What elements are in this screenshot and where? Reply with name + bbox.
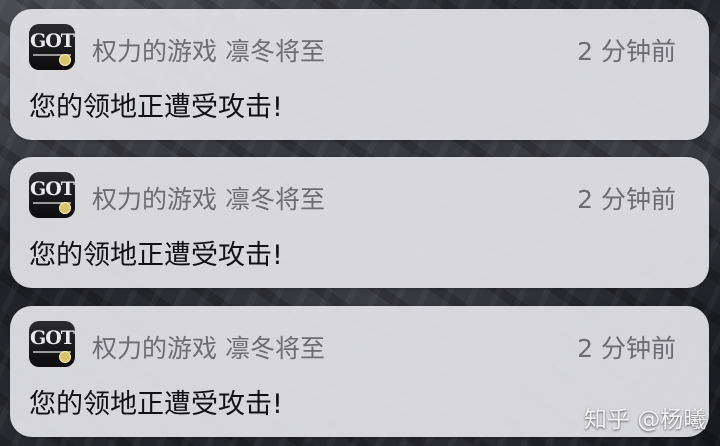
lock-screen: { "notifications": [ { "app_icon": "game… xyxy=(0,0,720,446)
notification-time: 2 分钟前 xyxy=(577,185,676,214)
notification-message: 您的领地正遭受攻击! xyxy=(29,92,283,123)
watermark-text: 知乎 @杨曦 xyxy=(584,407,707,433)
notification-app-name: 权力的游戏 凛冬将至 xyxy=(92,37,325,66)
notification-message: 您的领地正遭受攻击! xyxy=(29,240,283,271)
app-icon-logo-text: GOT xyxy=(30,327,75,349)
game-of-thrones-app-icon: GOT xyxy=(29,24,75,70)
notification-time: 2 分钟前 xyxy=(577,37,676,66)
notification-app-name: 权力的游戏 凛冬将至 xyxy=(92,334,325,363)
app-icon-badge xyxy=(59,202,71,214)
game-of-thrones-app-icon: GOT xyxy=(29,172,75,218)
app-icon-badge xyxy=(59,351,71,363)
notification-card[interactable]: GOT 权力的游戏 凛冬将至 2 分钟前 您的领地正遭受攻击! xyxy=(10,9,709,140)
notification-app-name: 权力的游戏 凛冬将至 xyxy=(92,185,325,214)
app-icon-logo-text: GOT xyxy=(30,178,75,200)
notification-card[interactable]: GOT 权力的游戏 凛冬将至 2 分钟前 您的领地正遭受攻击! xyxy=(10,157,709,288)
app-icon-logo-text: GOT xyxy=(30,30,75,52)
app-icon-badge xyxy=(59,54,71,66)
notification-time: 2 分钟前 xyxy=(577,334,676,363)
notification-message: 您的领地正遭受攻击! xyxy=(29,389,283,420)
game-of-thrones-app-icon: GOT xyxy=(29,321,75,367)
